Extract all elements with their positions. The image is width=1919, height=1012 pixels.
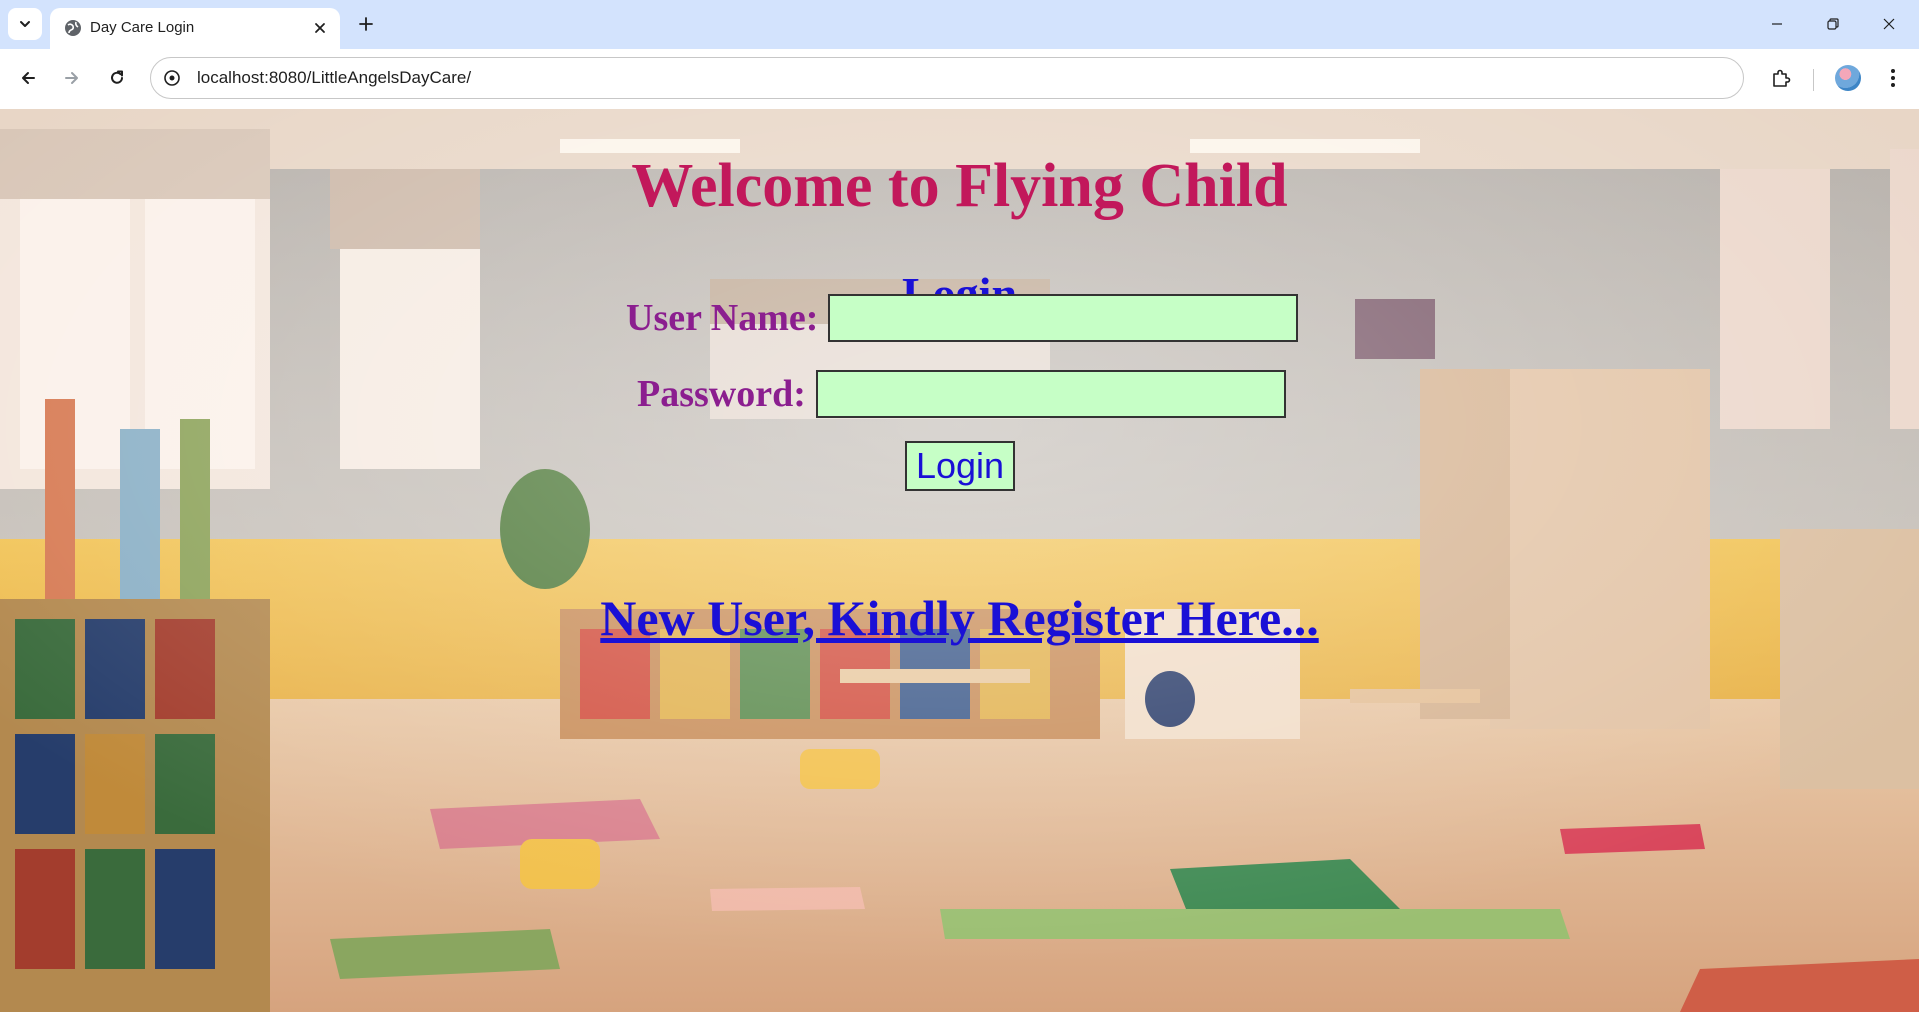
login-button[interactable]: Login: [905, 441, 1015, 491]
tab-close-button[interactable]: [308, 16, 332, 40]
close-icon: [315, 23, 325, 33]
browser-toolbar: localhost:8080/LittleAngelsDayCare/: [0, 49, 1919, 110]
page-title: Welcome to Flying Child: [631, 152, 1288, 220]
arrow-right-icon: [65, 72, 78, 84]
arrow-left-icon: [22, 72, 35, 84]
address-bar[interactable]: localhost:8080/LittleAngelsDayCare/: [150, 57, 1744, 99]
more-vertical-icon: [1891, 69, 1895, 87]
site-info-button[interactable]: [161, 67, 183, 89]
extensions-button[interactable]: [1764, 61, 1798, 95]
register-link[interactable]: New User, Kindly Register Here...: [600, 590, 1318, 646]
site-info-icon: [164, 70, 180, 86]
restore-icon: [1827, 18, 1839, 30]
password-label: Password:: [637, 373, 806, 415]
browser-tabstrip: Day Care Login: [0, 0, 1919, 49]
close-icon: [1883, 18, 1895, 30]
browser-tab-active[interactable]: Day Care Login: [50, 8, 340, 49]
back-button[interactable]: [11, 61, 45, 95]
restore-button[interactable]: [1810, 6, 1856, 42]
password-input[interactable]: [815, 370, 1286, 418]
tab-search-button[interactable]: [8, 8, 42, 40]
username-input[interactable]: [828, 294, 1299, 342]
minimize-button[interactable]: [1754, 6, 1800, 42]
close-window-button[interactable]: [1866, 6, 1912, 42]
password-row: Password:: [637, 369, 1286, 419]
profile-avatar[interactable]: [1835, 65, 1861, 91]
browser-menu-button[interactable]: [1876, 61, 1910, 95]
plus-icon: [359, 17, 373, 31]
page-viewport: Welcome to Flying Child ----Login---- Us…: [0, 109, 1919, 1012]
classroom-background-image: [0, 109, 1919, 1012]
minimize-icon: [1772, 23, 1782, 25]
reload-button[interactable]: [100, 61, 134, 95]
tab-title: Day Care Login: [90, 19, 195, 36]
globe-icon: [65, 20, 81, 36]
reload-icon: [111, 70, 123, 84]
register-link-container: New User, Kindly Register Here...: [0, 589, 1919, 647]
username-label: User Name:: [626, 297, 819, 339]
new-tab-button[interactable]: [352, 10, 380, 38]
puzzle-piece-icon: [1773, 69, 1791, 87]
chevron-down-icon: [20, 21, 30, 27]
username-row: User Name:: [626, 293, 1299, 343]
forward-button[interactable]: [55, 61, 89, 95]
url-text: localhost:8080/LittleAngelsDayCare/: [197, 68, 472, 87]
toolbar-divider: [1813, 69, 1814, 91]
